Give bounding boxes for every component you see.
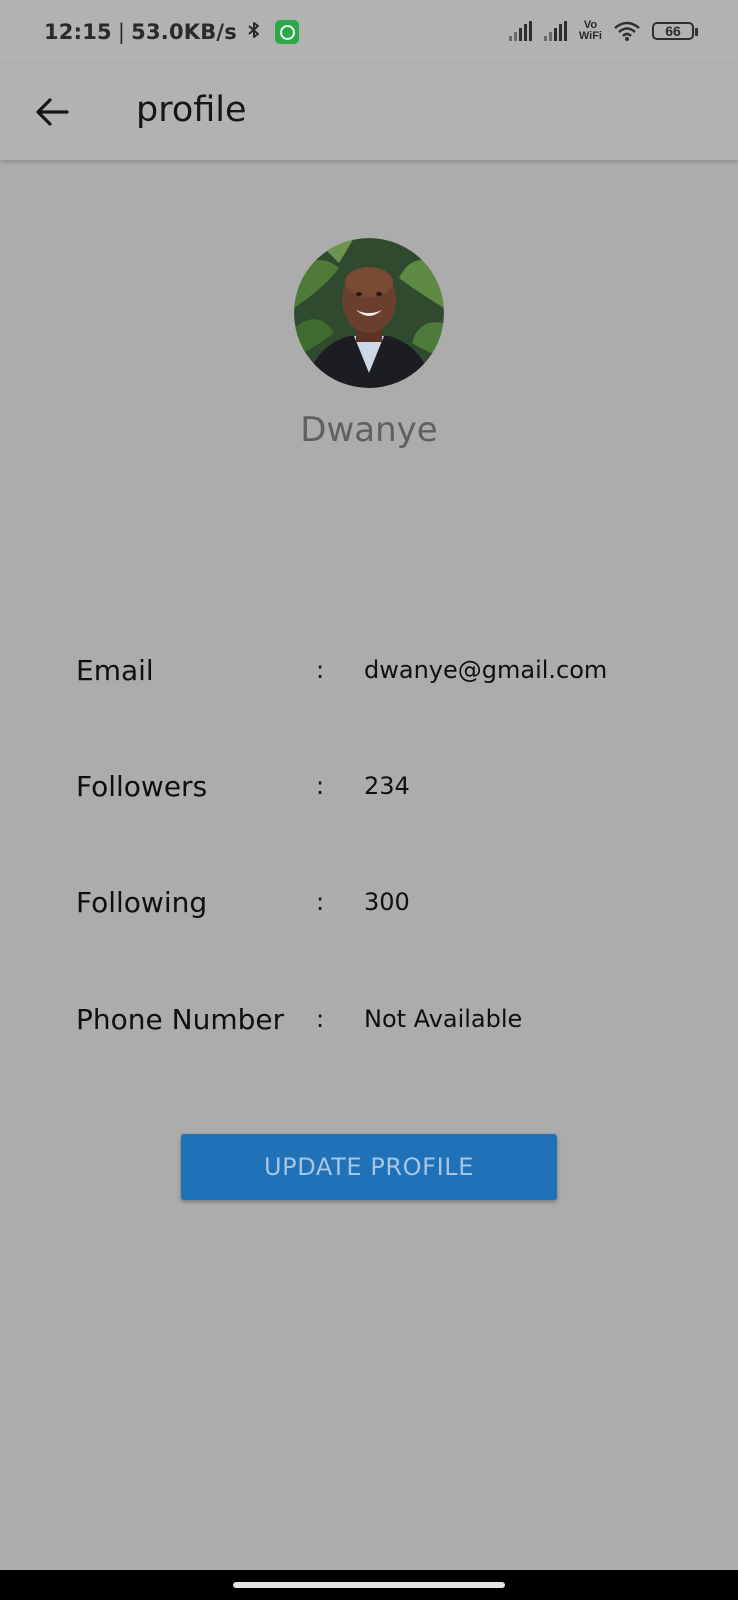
status-left: 12:15 | 53.0KB/s (44, 20, 300, 44)
status-separator: | (117, 20, 126, 44)
followers-separator: : (316, 772, 325, 800)
status-time: 12:15 (44, 20, 112, 44)
detail-row-followers: Followers : 234 (76, 766, 696, 806)
battery-level: 66 (665, 23, 681, 39)
navigation-bar (0, 1570, 738, 1600)
phone-separator: : (316, 1005, 325, 1033)
page-title: profile (136, 90, 247, 130)
following-separator: : (316, 888, 325, 916)
bluetooth-icon (247, 21, 261, 43)
email-separator: : (316, 656, 325, 684)
user-name: Dwanye (300, 410, 438, 450)
phone-value: Not Available (364, 1005, 523, 1033)
following-label: Following (76, 885, 208, 919)
signal-strength-icon (508, 21, 532, 41)
avatar-image (294, 238, 444, 388)
wifi-icon (614, 21, 640, 41)
status-right: Vo WiFi 66 (508, 20, 698, 42)
status-bar: 12:15 | 53.0KB/s Vo WiFi 66 (0, 0, 738, 64)
detail-row-phone: Phone Number : Not Available (76, 999, 696, 1039)
detail-row-following: Following : 300 (76, 882, 696, 922)
followers-value: 234 (364, 772, 410, 800)
arrow-back-icon (36, 98, 69, 126)
back-button[interactable] (28, 88, 76, 136)
signal-strength-icon-2 (543, 21, 567, 41)
update-profile-button[interactable]: UPDATE PROFILE (181, 1134, 557, 1200)
email-label: Email (76, 653, 154, 687)
phone-label: Phone Number (76, 1002, 285, 1036)
battery-icon: 66 (652, 22, 698, 40)
vowifi-bottom: WiFi (578, 30, 602, 42)
detail-row-email: Email : dwanye@gmail.com (76, 650, 696, 690)
network-speed: 53.0KB/s (131, 20, 238, 44)
email-value: dwanye@gmail.com (364, 656, 608, 684)
home-indicator[interactable] (233, 1582, 505, 1588)
app-bar: profile (0, 64, 738, 160)
following-value: 300 (364, 888, 410, 916)
followers-label: Followers (76, 769, 208, 803)
avatar[interactable] (294, 238, 444, 388)
vowifi-icon: Vo WiFi (579, 20, 602, 42)
whatsapp-icon (275, 20, 300, 44)
